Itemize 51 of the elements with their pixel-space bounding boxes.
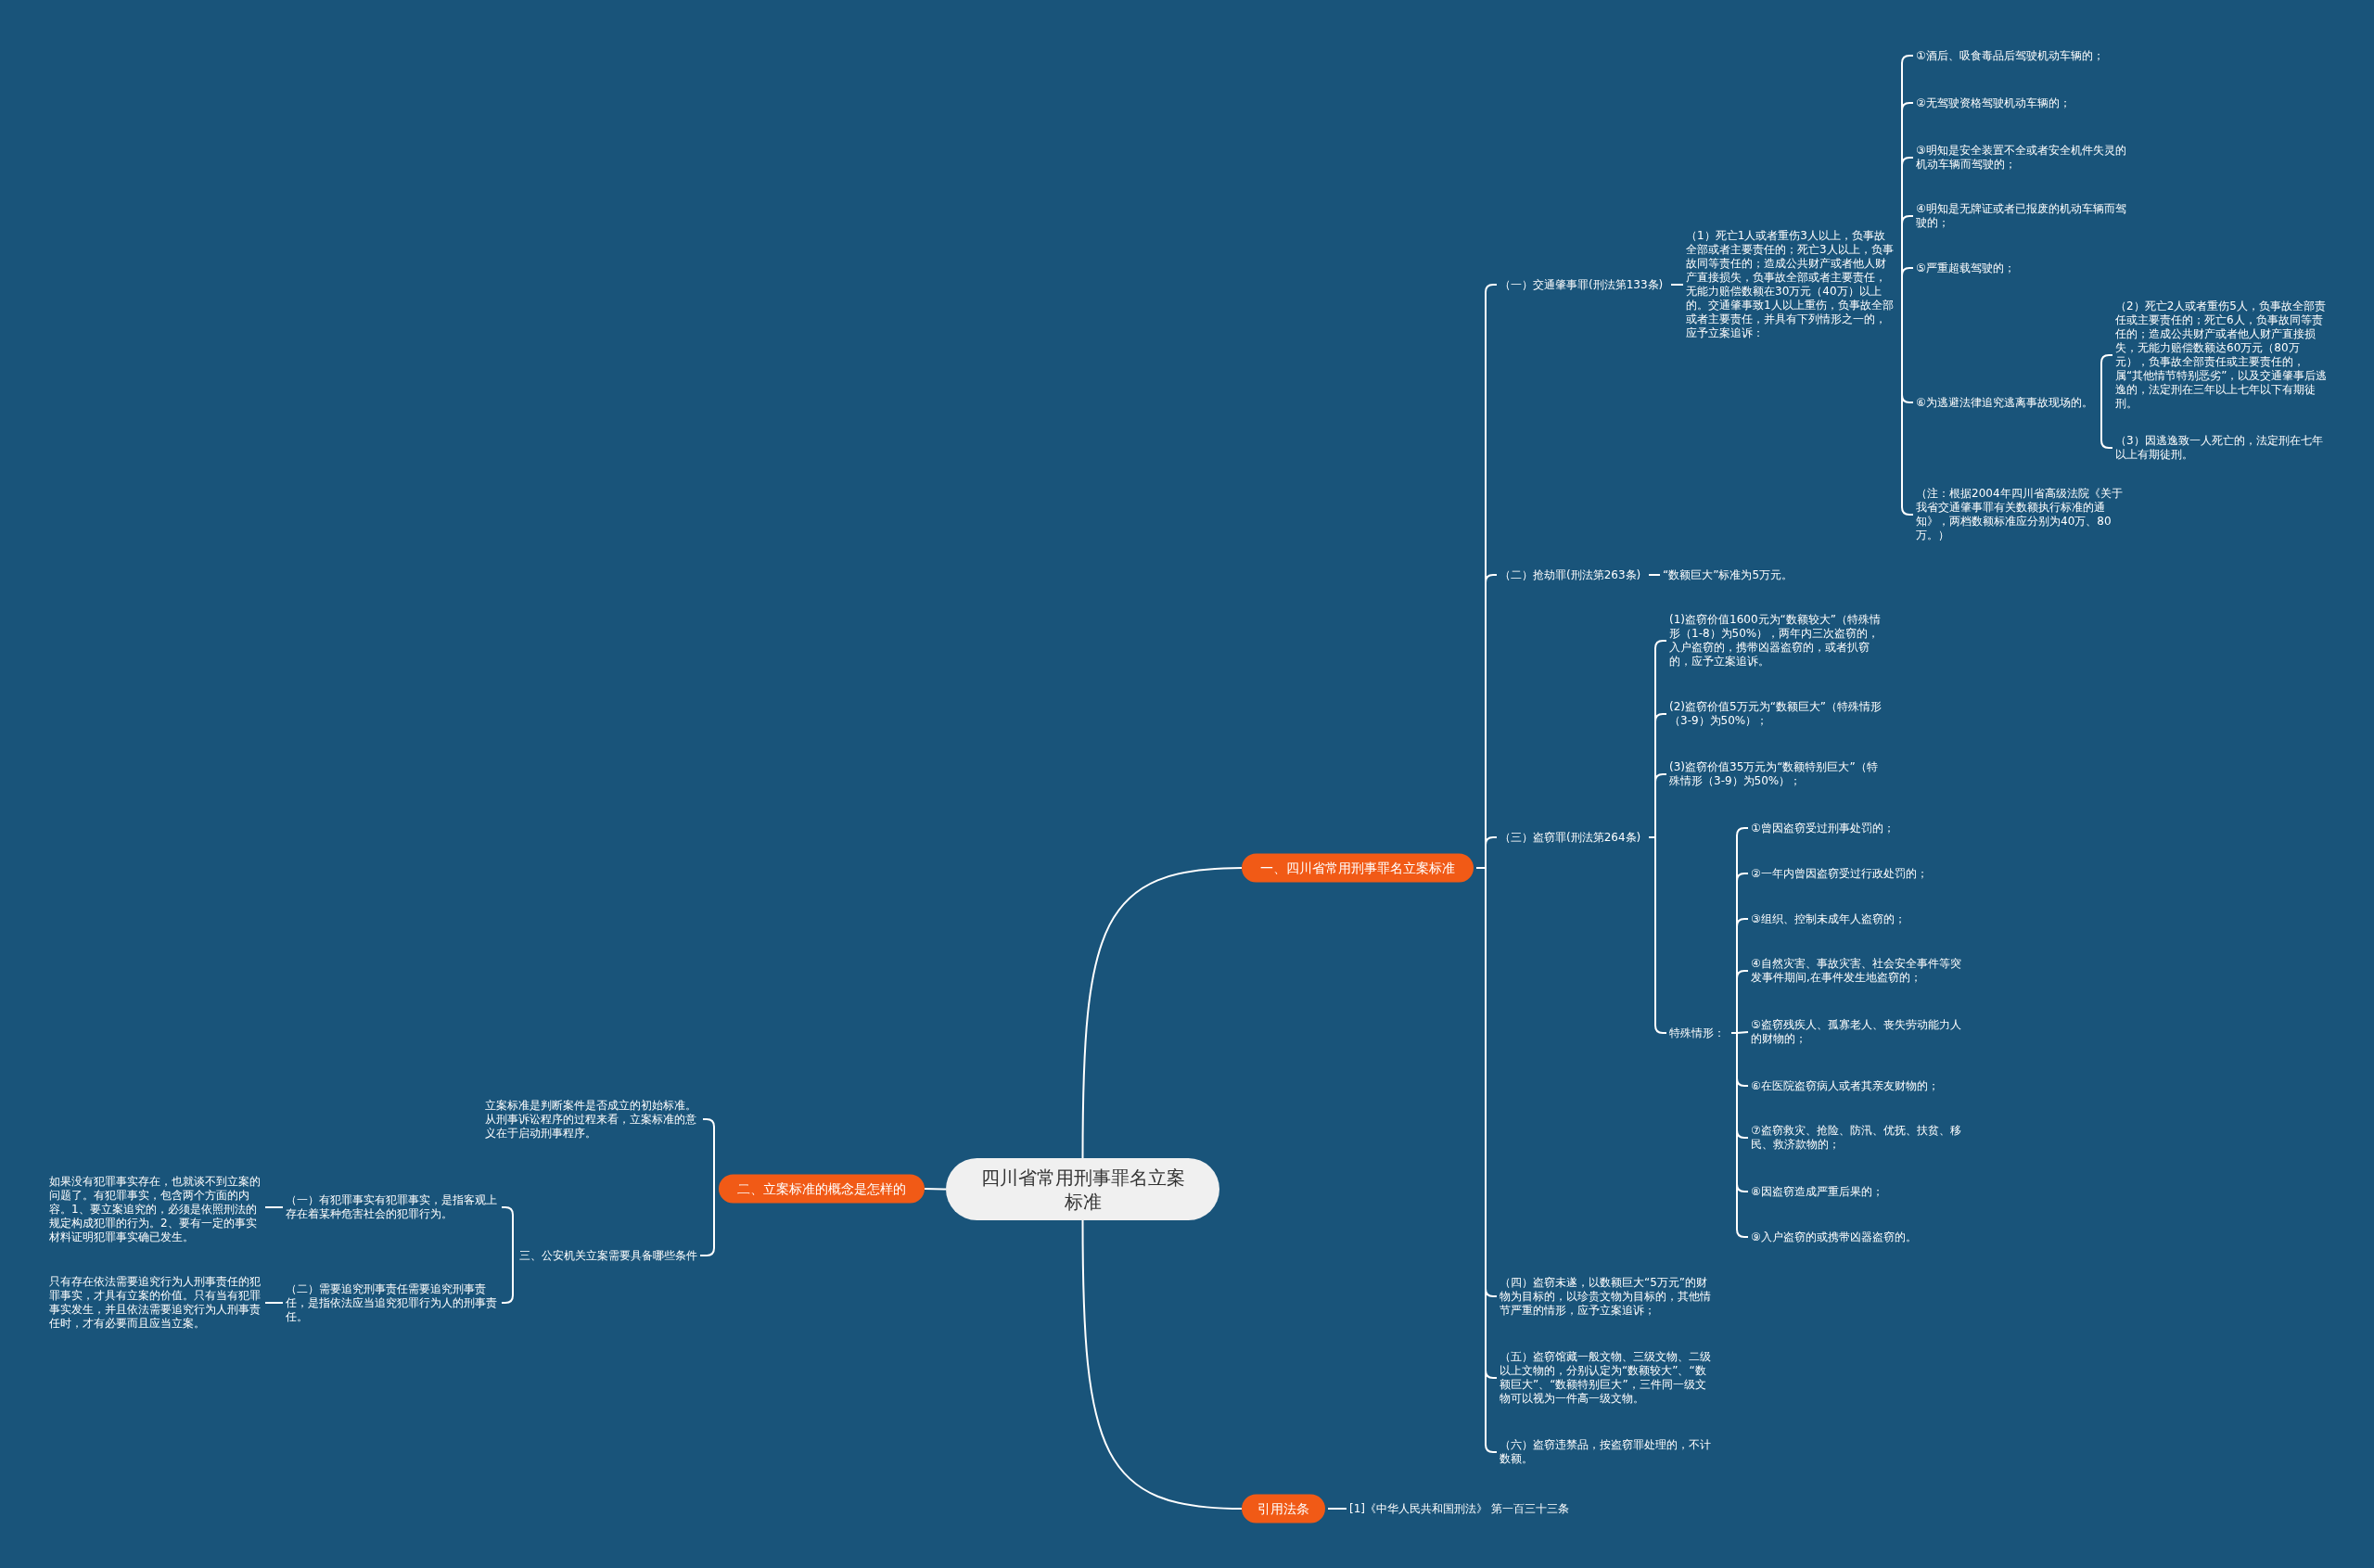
topic-label: （二）需要追究刑事责任需要追究刑事责任，是指依法应当追究犯罪行为人的刑事责任。 — [286, 1281, 498, 1324]
topic-label: ①酒后、吸食毒品后驾驶机动车辆的； — [1916, 48, 2105, 63]
connector-line — [501, 1206, 514, 1256]
connector-line — [924, 1188, 947, 1191]
topic-label: （3）因逃逸致一人死亡的，法定刑在七年以上有期徒刑。 — [2115, 434, 2324, 462]
connector-line — [264, 1206, 284, 1208]
connector-line — [2100, 402, 2113, 449]
topic-label: (1)盗窃价值1600元为“数额较大”（特殊情形（1-8）为50%），两年内三次盗窃的，入户盗窃的，携带凶器盗窃的，或者扒窃的，应予立案追诉。 — [1669, 613, 1882, 669]
topic-label: 特殊情形： — [1669, 1026, 1726, 1040]
topic-label: ④明知是无牌证或者已报废的机动车辆而驾驶的； — [1916, 202, 2127, 230]
topic-label: （六）盗窃违禁品，按盗窃罪处理的，不计数额。 — [1500, 1438, 1712, 1466]
connector-line — [1670, 284, 1684, 286]
connector-line — [501, 1255, 514, 1304]
topic-label: （注：根据2004年四川省高级法院《关于我省交通肇事罪有关数额执行标准的通知》，两档数额标准应分别为40万、80万。） — [1916, 487, 2124, 542]
topic-label: （四）盗窃未遂，以数额巨大“5万元”的财物为目标的，以珍贵文物为目标的，其他情节严重的情形，应予立案追诉； — [1500, 1275, 1712, 1318]
connector-line — [264, 1302, 284, 1304]
topic-label: 三、公安机关立案需要具备哪些条件 — [519, 1248, 697, 1263]
connector-line — [1648, 574, 1661, 576]
topic-label: ③组织、控制未成年人盗窃的； — [1751, 911, 1907, 926]
topic-label: [1]《中华人民共和国刑法》 第一百三十三条 — [1349, 1501, 1570, 1516]
topic-label: ⑦盗窃救灾、抢险、防汛、优抚、扶贫、移民、救济款物的； — [1751, 1124, 1962, 1152]
topic-label: ②一年内曾因盗窃受过行政处罚的； — [1751, 866, 1929, 881]
topic-label: （五）盗窃馆藏一般文物、三级文物、二级以上文物的，分别认定为“数额较大”、“数额巨大”、“数额特别巨大”，三件同一级文物可以视为一件高一级文物。 — [1500, 1350, 1712, 1406]
topic-label: (3)盗窃价值35万元为“数额特别巨大”（特殊情形（3-9）为50%）； — [1669, 760, 1879, 788]
topic-label: ⑨入户盗窃的或携带凶器盗窃的。 — [1751, 1230, 1918, 1244]
topic-label: ④自然灾害、事故灾害、社会安全事件等突发事件期间,在事件发生地盗窃的； — [1751, 957, 1962, 985]
topic-label: ⑧因盗窃造成严重后果的； — [1751, 1184, 1884, 1199]
branch-topic: 二、立案标准的概念是怎样的 — [719, 1174, 925, 1204]
topic-label: ③明知是安全装置不全或者安全机件失灵的机动车辆而驾驶的； — [1916, 144, 2127, 172]
topic-label: 立案标准是判断案件是否成立的初始标准。从刑事诉讼程序的过程来看，立案标准的意义在于启动刑事程序。 — [485, 1098, 697, 1141]
topic-label: 只有存在依法需要追究行为人刑事责任的犯罪事实，才具有立案的价值。只有当有犯罪事实发生，并且依法需要追究行为人刑事责任时，才有必要而且应当立案。 — [49, 1275, 262, 1331]
branch-topic: 一、四川省常用刑事罪名立案标准 — [1242, 853, 1474, 883]
topic-label: （三）盗窃罪(刑法第264条) — [1500, 830, 1642, 845]
branch-topic: 引用法条 — [1242, 1494, 1325, 1523]
topic-label: （1）死亡1人或者重伤3人以上，负事故全部或者主要责任的；死亡3人以上，负事故同等责任的；造成公共财产或者他人财产直接损失，负事故全部或者主要责任，无能力赔偿数额在30万元（40万）以上的。交通肇事致1人以上重伤，负事故全部或者主要责任，并具有下列情形之一的，应予立案追诉： — [1686, 229, 1895, 340]
topic-label: ②无驾驶资格驾驶机动车辆的； — [1916, 96, 2072, 110]
topic-label: 如果没有犯罪事实存在，也就谈不到立案的问题了。有犯罪事实，包含两个方面的内容。1、要立案追究的，必须是依照刑法的规定构成犯罪的行为。2、要有一定的事实材料证明犯罪事实确已发生。 — [49, 1174, 262, 1244]
topic-label: （2）死亡2人或者重伤5人，负事故全部责任或主要责任的；死亡6人，负事故同等责任的；造成公共财产或者他人财产直接损失，无能力赔偿数额达60万元（80万元），负事故全部责任或主要责任的，属“其他情节特别恶劣”，以及交通肇事后逃逸的，法定刑在三年以上七年以下有期徒刑。 — [2115, 300, 2329, 411]
topic-label: “数额巨大”标准为5万元。 — [1663, 567, 1794, 582]
topic-label: ⑤盗窃残疾人、孤寡老人、丧失劳动能力人的财物的； — [1751, 1018, 1962, 1046]
topic-label: （一）有犯罪事实有犯罪事实，是指客观上存在着某种危害社会的犯罪行为。 — [286, 1193, 498, 1221]
connector-line — [2100, 354, 2113, 403]
connector-line — [1327, 1508, 1347, 1510]
topic-label: ①曾因盗窃受过刑事处罚的； — [1751, 821, 1895, 835]
topic-label: ⑥在医院盗窃病人或者其亲友财物的； — [1751, 1078, 1940, 1093]
central-topic: 四川省常用刑事罪名立案标准 — [946, 1158, 1219, 1220]
topic-label: （二）抢劫罪(刑法第263条) — [1500, 567, 1642, 582]
topic-label: ⑥为逃避法律追究逃离事故现场的。 — [1916, 395, 2094, 410]
topic-label: (2)盗窃价值5万元为“数额巨大”（特殊情形（3-9）为50%）； — [1669, 700, 1883, 728]
topic-label: ⑤严重超载驾驶的； — [1916, 261, 2016, 275]
topic-label: （一）交通肇事罪(刑法第133条) — [1500, 277, 1665, 292]
